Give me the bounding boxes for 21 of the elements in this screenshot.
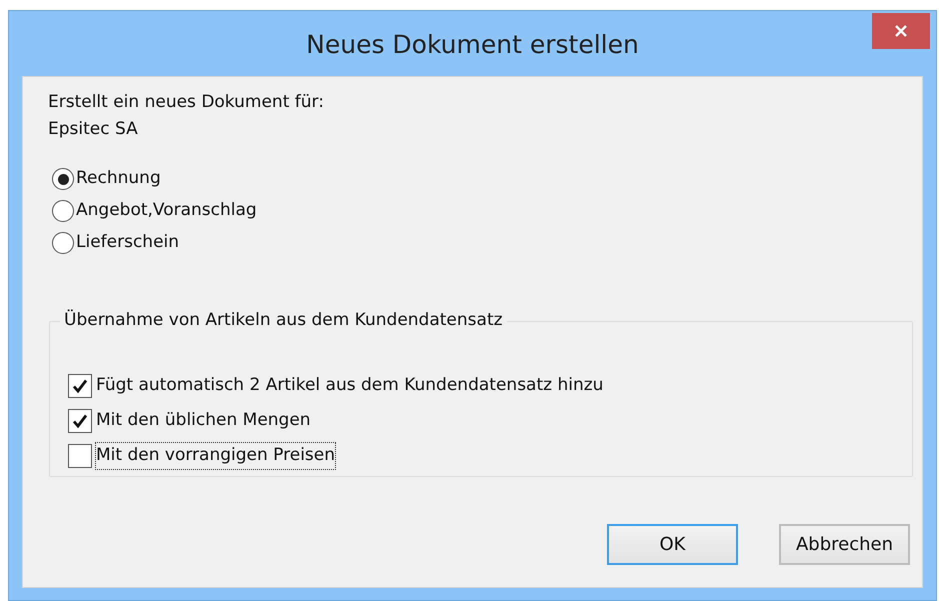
checkbox-label[interactable]: Fügt automatisch 2 Artikel aus dem Kundendatensatz hinzu (95, 372, 604, 400)
checkbox-label[interactable]: Mit den üblichen Mengen (95, 407, 312, 435)
checkbox[interactable] (68, 444, 92, 468)
radio-label[interactable]: Lieferschein (76, 230, 180, 256)
checkbox[interactable] (68, 374, 92, 398)
customer-name: Epsitec SA (48, 118, 139, 141)
radio-button[interactable] (52, 232, 74, 254)
checkbox[interactable] (68, 409, 92, 433)
radio-label[interactable]: Angebot,Voranschlag (76, 198, 257, 224)
radio-button[interactable] (52, 168, 74, 190)
close-button[interactable] (872, 13, 930, 49)
checkbox-label[interactable]: Mit den vorrangigen Preisen (95, 442, 336, 470)
radio-button[interactable] (52, 200, 74, 222)
check-icon (72, 378, 88, 394)
window-title: Neues Dokument erstellen (306, 28, 639, 61)
dialog-button[interactable]: OK (607, 524, 738, 565)
close-icon (894, 24, 908, 38)
radio-label[interactable]: Rechnung (76, 166, 161, 192)
intro-text: Erstellt ein neues Dokument für: (48, 91, 325, 114)
dialog-button[interactable]: Abbrechen (779, 524, 910, 565)
check-icon (72, 413, 88, 429)
